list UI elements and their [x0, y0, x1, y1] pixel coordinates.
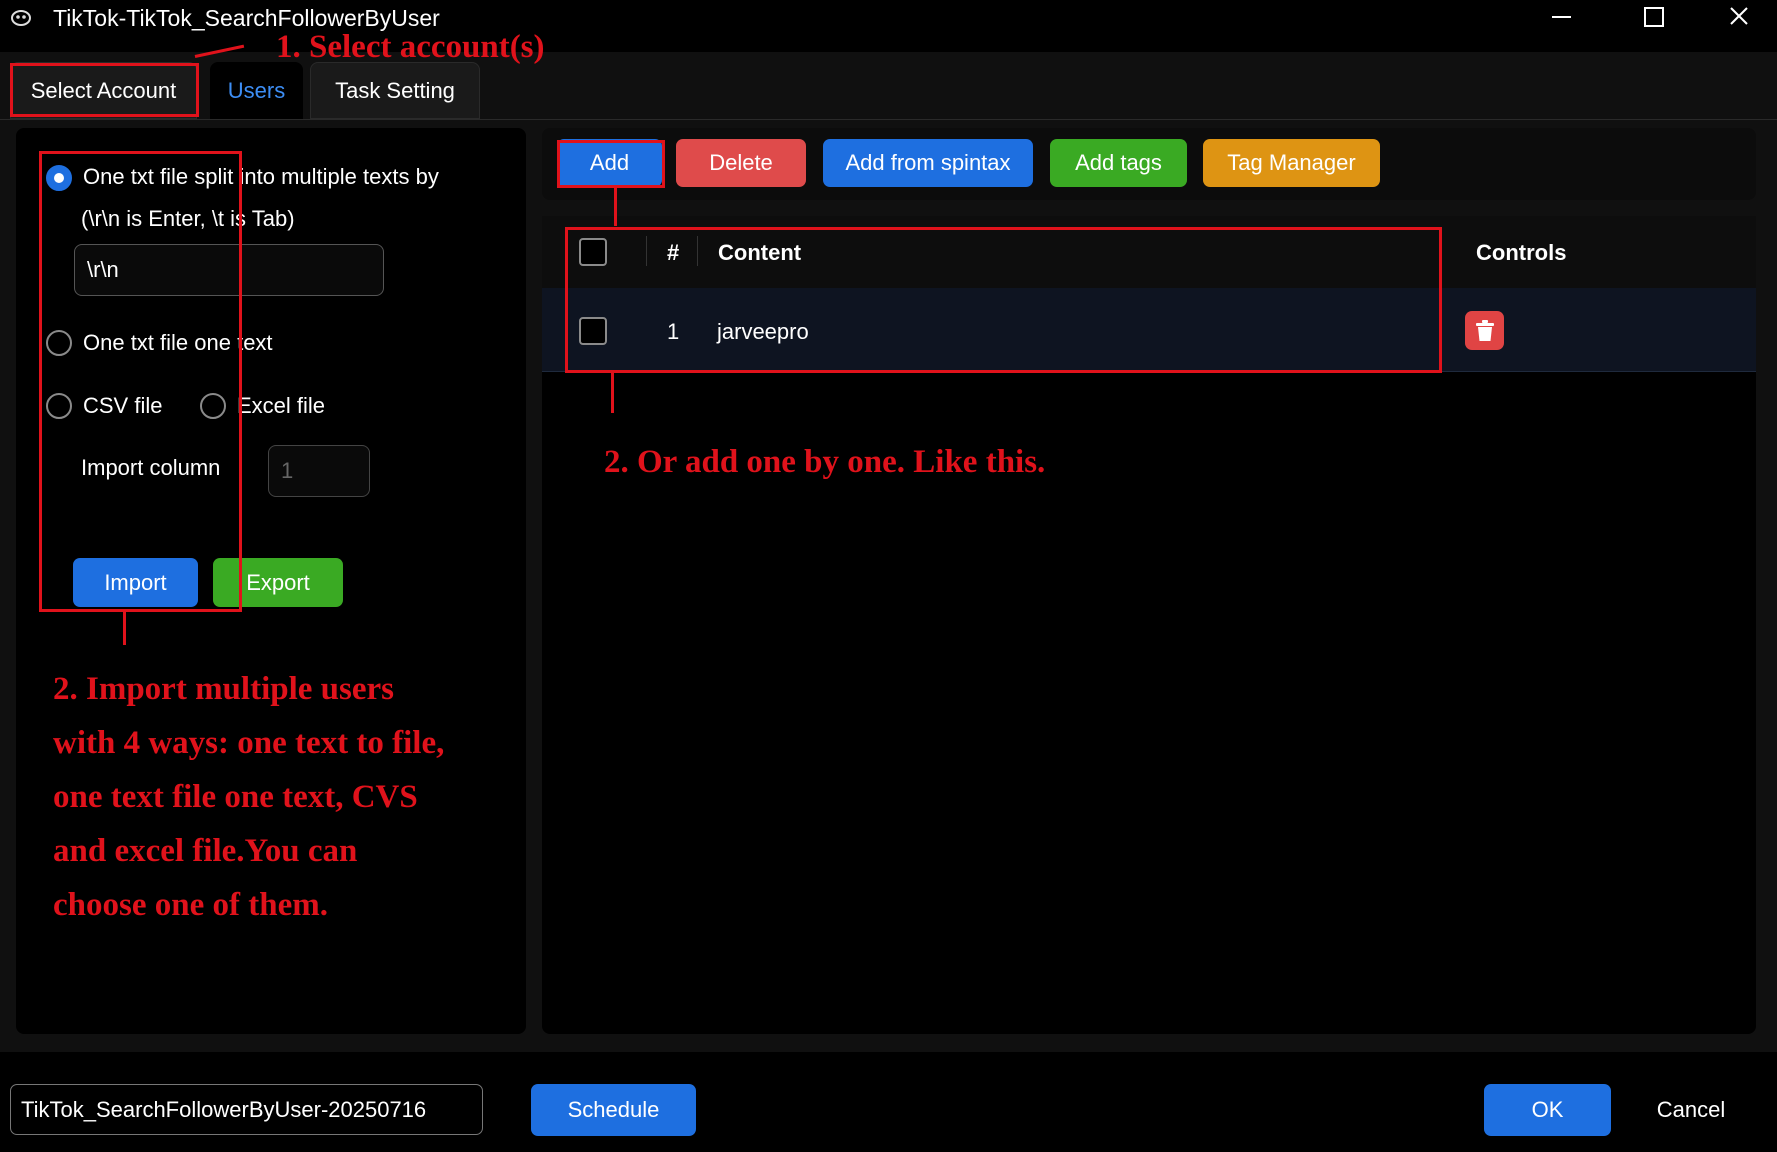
annotation-line: one text file one text, CVS — [53, 779, 418, 815]
annotation-step2-import: 2. Import multiple users with 4 ways: on… — [53, 662, 444, 932]
annotation-line: and excel file.You can — [53, 833, 358, 869]
annotation-line: choose one of them. — [53, 887, 328, 923]
minimize-icon[interactable] — [1526, 0, 1596, 36]
annotation-box-add — [557, 140, 665, 188]
annotation-step2-add: 2. Or add one by one. Like this. — [604, 444, 1046, 480]
cancel-button[interactable]: Cancel — [1620, 1084, 1762, 1136]
trash-icon[interactable] — [1465, 311, 1504, 350]
column-header-controls: Controls — [1476, 240, 1567, 265]
annotation-connector — [123, 612, 126, 645]
ok-button[interactable]: OK — [1484, 1084, 1611, 1136]
delete-button[interactable]: Delete — [676, 139, 806, 187]
annotation-box-select-account — [10, 63, 199, 117]
tag-manager-button[interactable]: Tag Manager — [1203, 139, 1380, 187]
annotation-box-import-options — [39, 151, 242, 612]
annotation-connector — [611, 373, 614, 413]
add-from-spintax-button[interactable]: Add from spintax — [823, 139, 1033, 187]
annotation-box-row — [565, 227, 1442, 373]
tab-task-setting[interactable]: Task Setting — [310, 62, 480, 119]
task-name-input[interactable]: TikTok_SearchFollowerByUser-20250716 — [10, 1084, 483, 1135]
annotation-line: 2. Import multiple users — [53, 671, 394, 707]
schedule-button[interactable]: Schedule — [531, 1084, 696, 1136]
annotation-step1: 1. Select account(s) — [276, 29, 545, 65]
radio-excel-label: Excel file — [237, 393, 326, 418]
maximize-icon[interactable] — [1619, 0, 1689, 36]
tab-divider — [0, 119, 1777, 120]
app-logo-icon — [10, 8, 32, 28]
annotation-connector — [614, 188, 617, 226]
add-tags-button[interactable]: Add tags — [1050, 139, 1187, 187]
tab-users[interactable]: Users — [210, 62, 303, 119]
close-icon[interactable] — [1705, 0, 1775, 36]
import-column-input[interactable]: 1 — [268, 445, 370, 497]
window-title: TikTok-TikTok_SearchFollowerByUser — [53, 5, 440, 31]
annotation-line: with 4 ways: one text to file, — [53, 725, 445, 761]
